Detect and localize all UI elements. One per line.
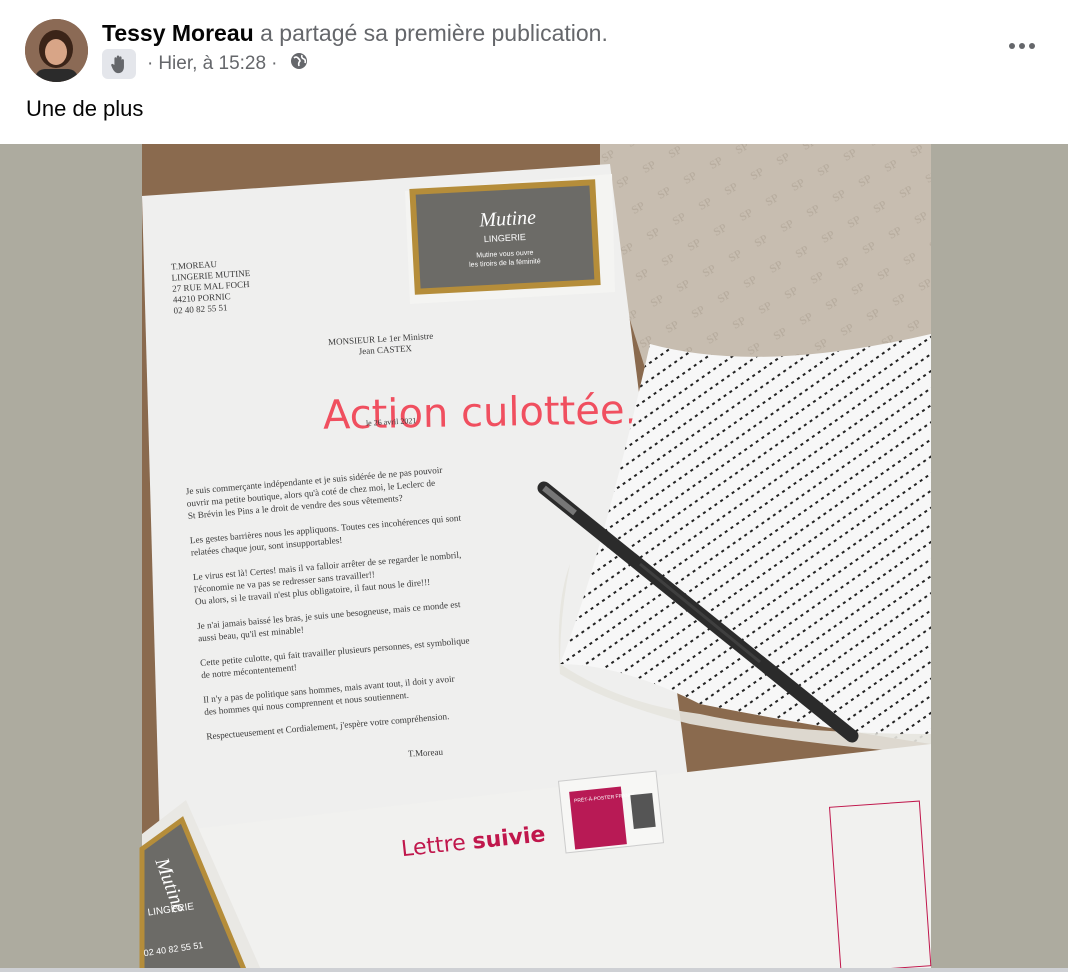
overlay-title: Action culottée.... bbox=[323, 387, 676, 439]
author-avatar[interactable] bbox=[25, 19, 88, 82]
meta-separator: · bbox=[147, 53, 154, 74]
author-action: a partagé sa première publication. bbox=[260, 20, 608, 46]
letter-signature: T.Moreau bbox=[408, 747, 444, 759]
more-options-icon[interactable] bbox=[1006, 32, 1038, 60]
waving-hand-icon bbox=[102, 49, 136, 79]
post-header: Tessy Moreau a partagé sa première publi… bbox=[0, 0, 1068, 90]
author-name[interactable]: Tessy Moreau bbox=[102, 20, 254, 46]
author-line: Tessy Moreau a partagé sa première publi… bbox=[102, 20, 608, 47]
post-caption: Une de plus bbox=[26, 96, 144, 121]
business-card: Mutine LINGERIE Mutine vous ouvre les ti… bbox=[405, 174, 615, 304]
post-divider bbox=[0, 968, 1068, 972]
meta-separator: · bbox=[271, 53, 278, 74]
globe-icon[interactable] bbox=[290, 52, 308, 76]
post-meta: · Hier, à 15:28 · bbox=[102, 49, 308, 79]
card-brand: Mutine bbox=[478, 207, 537, 232]
post-timestamp[interactable]: Hier, à 15:28 bbox=[158, 53, 266, 75]
post-photo[interactable]: SP Mutine LINGERIE Mutine vous ouvre les… bbox=[0, 144, 1068, 972]
